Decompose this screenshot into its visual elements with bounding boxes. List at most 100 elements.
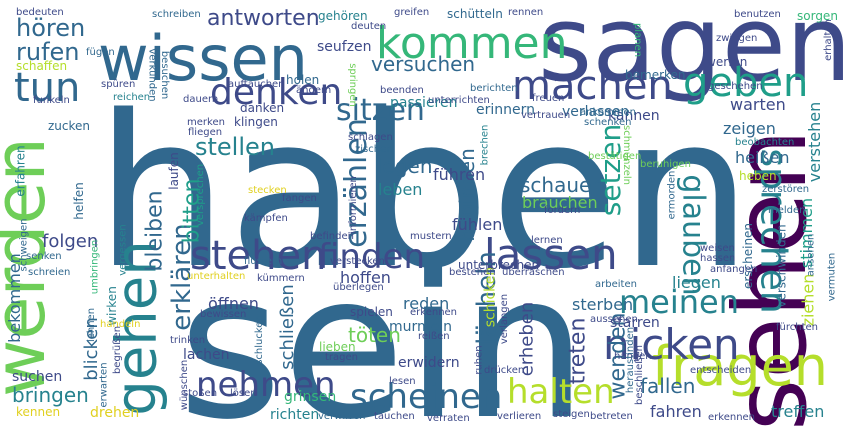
word: schweigen <box>18 218 30 272</box>
word: beruhigen <box>640 159 691 170</box>
word: erfahren <box>13 145 28 197</box>
word: reichen <box>113 92 151 103</box>
word: bleiben <box>142 190 168 272</box>
word: stecken <box>248 185 287 196</box>
word: dauern <box>183 94 219 105</box>
word: beschließen <box>634 344 646 406</box>
word: legen <box>377 154 433 178</box>
word: verkünden <box>146 48 158 102</box>
word: fordern <box>544 205 581 216</box>
word: schauen <box>520 173 605 197</box>
word: schaffen <box>16 59 68 73</box>
word: entscheiden <box>690 365 752 376</box>
word: lernen <box>531 235 563 246</box>
word: schließen <box>276 284 298 370</box>
word: bringen <box>12 383 89 407</box>
word: heißen <box>735 148 790 167</box>
word: werfen <box>706 55 748 69</box>
word: bestehen <box>449 267 496 278</box>
word: bemerken <box>625 68 686 82</box>
word: springen <box>346 63 358 107</box>
word: kümmern <box>257 273 305 284</box>
word: treten <box>565 317 591 385</box>
word: grinsen <box>284 389 337 405</box>
word: verwirren <box>318 411 366 422</box>
word: greifen <box>394 7 430 18</box>
word: drehen <box>90 405 140 421</box>
word: ankommen <box>580 107 636 118</box>
word: unterrichten <box>428 95 490 106</box>
word: lesen <box>389 376 416 387</box>
word: danken <box>240 101 285 115</box>
word: zucken <box>48 119 91 133</box>
word: liegen <box>672 273 721 292</box>
word: fallen <box>640 374 696 398</box>
word: antworten <box>207 6 320 31</box>
word: leben <box>378 180 423 199</box>
word: fangen <box>282 193 317 204</box>
word-cloud: haben sein sagen werden sehen wissen geh… <box>0 0 851 432</box>
word: kämpfen <box>244 213 288 224</box>
word: richten <box>270 407 320 423</box>
word: begrüßen <box>112 325 124 375</box>
word: spielen <box>350 305 393 319</box>
word: freuen <box>532 93 565 104</box>
word: ändern <box>296 85 332 96</box>
word: helfen <box>71 182 86 220</box>
word: rennen <box>508 7 544 18</box>
word: spüren <box>101 79 136 90</box>
word: benutzen <box>734 9 781 20</box>
word: reißen <box>418 331 450 342</box>
word: verraten <box>427 413 470 424</box>
word: arbeiten <box>595 279 637 290</box>
word: zischen <box>355 144 393 155</box>
word: bestätigen <box>588 151 642 162</box>
word: verstehen <box>805 101 825 183</box>
word: beobachten <box>735 137 795 148</box>
word: brechen <box>479 124 491 166</box>
word: tauchen <box>374 411 415 422</box>
word: ziehen <box>798 273 818 327</box>
word: schlagen <box>348 132 393 143</box>
word: hören <box>16 14 86 42</box>
word: sterben <box>572 295 634 314</box>
word: treffen <box>771 402 825 421</box>
word: mustern <box>410 231 452 242</box>
word: informieren <box>347 176 359 234</box>
word: erscheinen <box>741 222 756 290</box>
word: führen <box>433 165 486 184</box>
word: hassen <box>700 253 736 264</box>
word: verlieren <box>497 411 542 422</box>
word: nennen <box>832 36 844 74</box>
word: ermorden <box>666 170 678 220</box>
word: deuten <box>351 21 387 32</box>
word: lehnen <box>86 307 98 343</box>
word: fahren <box>650 402 702 421</box>
word: vergessen <box>117 224 129 276</box>
word: scheinen <box>350 377 503 417</box>
word: zerstören <box>762 184 810 195</box>
word: fügen <box>86 47 115 58</box>
word: flüstern <box>244 256 283 267</box>
word: zwingen <box>716 33 758 44</box>
word: betreten <box>590 411 633 422</box>
word: verstecken <box>330 256 385 267</box>
word: überlegen <box>333 282 384 293</box>
word: bewissen <box>200 309 247 320</box>
word: unterhalten <box>187 271 246 282</box>
word: melden <box>768 205 806 216</box>
word: erwarten <box>98 362 110 408</box>
word: erkennen <box>410 307 458 318</box>
word: versuchen <box>371 52 476 76</box>
word: planen <box>632 22 644 58</box>
word: drücken <box>484 365 525 376</box>
word: fürchten <box>776 322 818 333</box>
word: anfangen <box>710 264 758 275</box>
word: besuchen <box>159 50 171 100</box>
word: kennen <box>16 405 61 419</box>
word: trinken <box>170 335 206 346</box>
word: halten <box>507 372 615 412</box>
word: auftauchen <box>228 79 285 90</box>
word: suchen <box>12 369 63 385</box>
word: schlucken <box>253 315 265 365</box>
